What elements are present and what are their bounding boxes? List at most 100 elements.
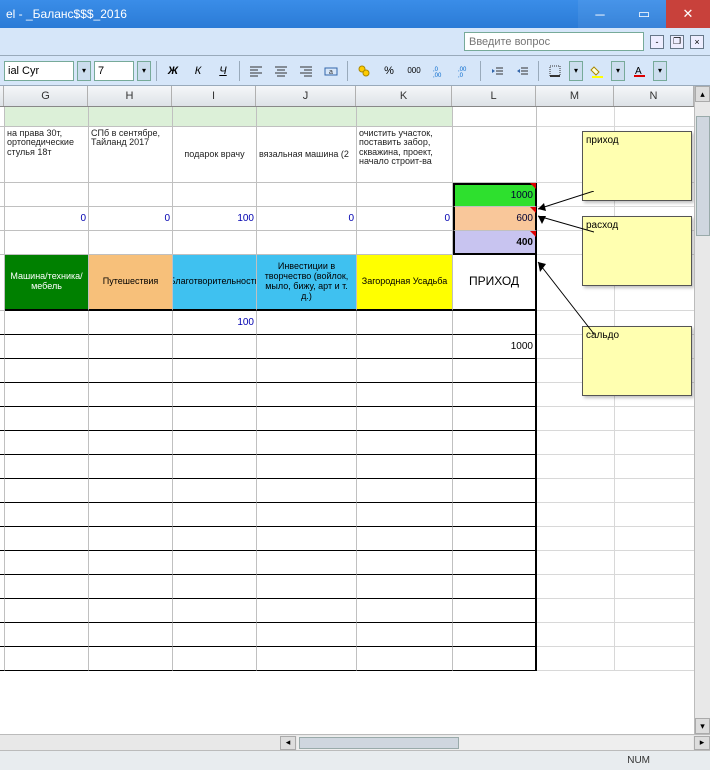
- font-color-dropdown[interactable]: ▾: [653, 61, 667, 81]
- cell[interactable]: [615, 455, 695, 479]
- cell[interactable]: [257, 183, 357, 207]
- cell[interactable]: [257, 599, 357, 623]
- scroll-left-button[interactable]: ◂: [280, 736, 296, 750]
- cell[interactable]: [173, 231, 257, 255]
- cell[interactable]: [89, 231, 173, 255]
- cell[interactable]: [537, 107, 615, 127]
- cell[interactable]: [173, 575, 257, 599]
- fill-color-button[interactable]: [586, 60, 608, 82]
- cell[interactable]: [89, 383, 173, 407]
- scroll-down-button[interactable]: ▾: [695, 718, 710, 734]
- borders-button[interactable]: [544, 60, 566, 82]
- cat-income[interactable]: ПРИХОД: [453, 255, 537, 311]
- cell[interactable]: [257, 359, 357, 383]
- minimize-button[interactable]: ─: [578, 0, 622, 28]
- cell[interactable]: [453, 527, 537, 551]
- cell-note-I[interactable]: подарок врачу: [173, 127, 257, 183]
- cell[interactable]: [453, 599, 537, 623]
- close-button[interactable]: ✕: [666, 0, 710, 28]
- cat-invest[interactable]: Инвестиции в творчество (войлок, мыло, б…: [257, 255, 357, 311]
- cell[interactable]: [257, 479, 357, 503]
- cell[interactable]: [257, 311, 357, 335]
- cell[interactable]: [357, 527, 453, 551]
- cell[interactable]: [615, 479, 695, 503]
- cell[interactable]: [453, 647, 537, 671]
- cell[interactable]: [89, 479, 173, 503]
- col-header-N[interactable]: N: [614, 86, 694, 106]
- cell[interactable]: [615, 599, 695, 623]
- workbook-close-button[interactable]: ×: [690, 35, 704, 49]
- cell[interactable]: [5, 107, 89, 127]
- cell[interactable]: [173, 407, 257, 431]
- cell[interactable]: [453, 407, 537, 431]
- cell-note-K[interactable]: очистить участок, поставить забор, скваж…: [357, 127, 453, 183]
- cell[interactable]: [357, 311, 453, 335]
- cell[interactable]: [357, 407, 453, 431]
- cell[interactable]: [537, 599, 615, 623]
- cell[interactable]: [5, 183, 89, 207]
- cell-balance-total[interactable]: 400: [453, 231, 537, 255]
- cat-machine[interactable]: Машина/техника/мебель: [5, 255, 89, 311]
- col-header-I[interactable]: I: [172, 86, 256, 106]
- comment-expense[interactable]: расход: [582, 216, 692, 286]
- cell[interactable]: [453, 479, 537, 503]
- cell-income-total[interactable]: 1000: [453, 183, 537, 207]
- cell[interactable]: [453, 623, 537, 647]
- cell-zero-J[interactable]: 0: [257, 207, 357, 231]
- cell[interactable]: [257, 575, 357, 599]
- percent-button[interactable]: %: [378, 60, 400, 82]
- hscroll-track[interactable]: [297, 736, 693, 750]
- col-header-M[interactable]: M: [536, 86, 614, 106]
- cell[interactable]: [537, 503, 615, 527]
- scroll-thumb[interactable]: [696, 116, 710, 236]
- cell[interactable]: [537, 527, 615, 551]
- hscroll-thumb[interactable]: [299, 737, 459, 749]
- bold-button[interactable]: Ж: [162, 60, 184, 82]
- font-name-dropdown[interactable]: ▾: [77, 61, 91, 81]
- cell[interactable]: [5, 599, 89, 623]
- cell[interactable]: [89, 503, 173, 527]
- cell[interactable]: [537, 455, 615, 479]
- cell[interactable]: [357, 503, 453, 527]
- decrease-decimal-button[interactable]: ,00,0: [453, 60, 475, 82]
- cell[interactable]: [89, 647, 173, 671]
- cell[interactable]: [615, 431, 695, 455]
- cell[interactable]: [5, 647, 89, 671]
- col-header-G[interactable]: G: [4, 86, 88, 106]
- cell[interactable]: [615, 551, 695, 575]
- italic-button[interactable]: К: [187, 60, 209, 82]
- cell[interactable]: [357, 335, 453, 359]
- workbook-minimize-button[interactable]: -: [650, 35, 664, 49]
- cell-zero-K[interactable]: 0: [357, 207, 453, 231]
- comma-style-button[interactable]: 000: [403, 60, 425, 82]
- cell[interactable]: [5, 503, 89, 527]
- cell-expense-total[interactable]: 600: [453, 207, 537, 231]
- cell[interactable]: [173, 455, 257, 479]
- cell[interactable]: [89, 107, 173, 127]
- cell[interactable]: [357, 575, 453, 599]
- cell[interactable]: [257, 231, 357, 255]
- merge-center-button[interactable]: a: [320, 60, 342, 82]
- underline-button[interactable]: Ч: [212, 60, 234, 82]
- cell[interactable]: [615, 527, 695, 551]
- cell[interactable]: [453, 575, 537, 599]
- font-size-combo[interactable]: [94, 61, 134, 81]
- font-name-combo[interactable]: [4, 61, 74, 81]
- cell[interactable]: [357, 623, 453, 647]
- cell[interactable]: [257, 503, 357, 527]
- align-right-button[interactable]: [295, 60, 317, 82]
- cell[interactable]: [615, 503, 695, 527]
- workbook-restore-button[interactable]: ❐: [670, 35, 684, 49]
- font-color-button[interactable]: A: [628, 60, 650, 82]
- comment-income[interactable]: приход: [582, 131, 692, 201]
- cell[interactable]: [257, 527, 357, 551]
- cell[interactable]: [537, 431, 615, 455]
- col-header-J[interactable]: J: [256, 86, 356, 106]
- cell[interactable]: [173, 551, 257, 575]
- cell[interactable]: [173, 503, 257, 527]
- cell[interactable]: [615, 107, 695, 127]
- cell[interactable]: [357, 551, 453, 575]
- cell[interactable]: [537, 551, 615, 575]
- cell[interactable]: [357, 383, 453, 407]
- cell[interactable]: [257, 623, 357, 647]
